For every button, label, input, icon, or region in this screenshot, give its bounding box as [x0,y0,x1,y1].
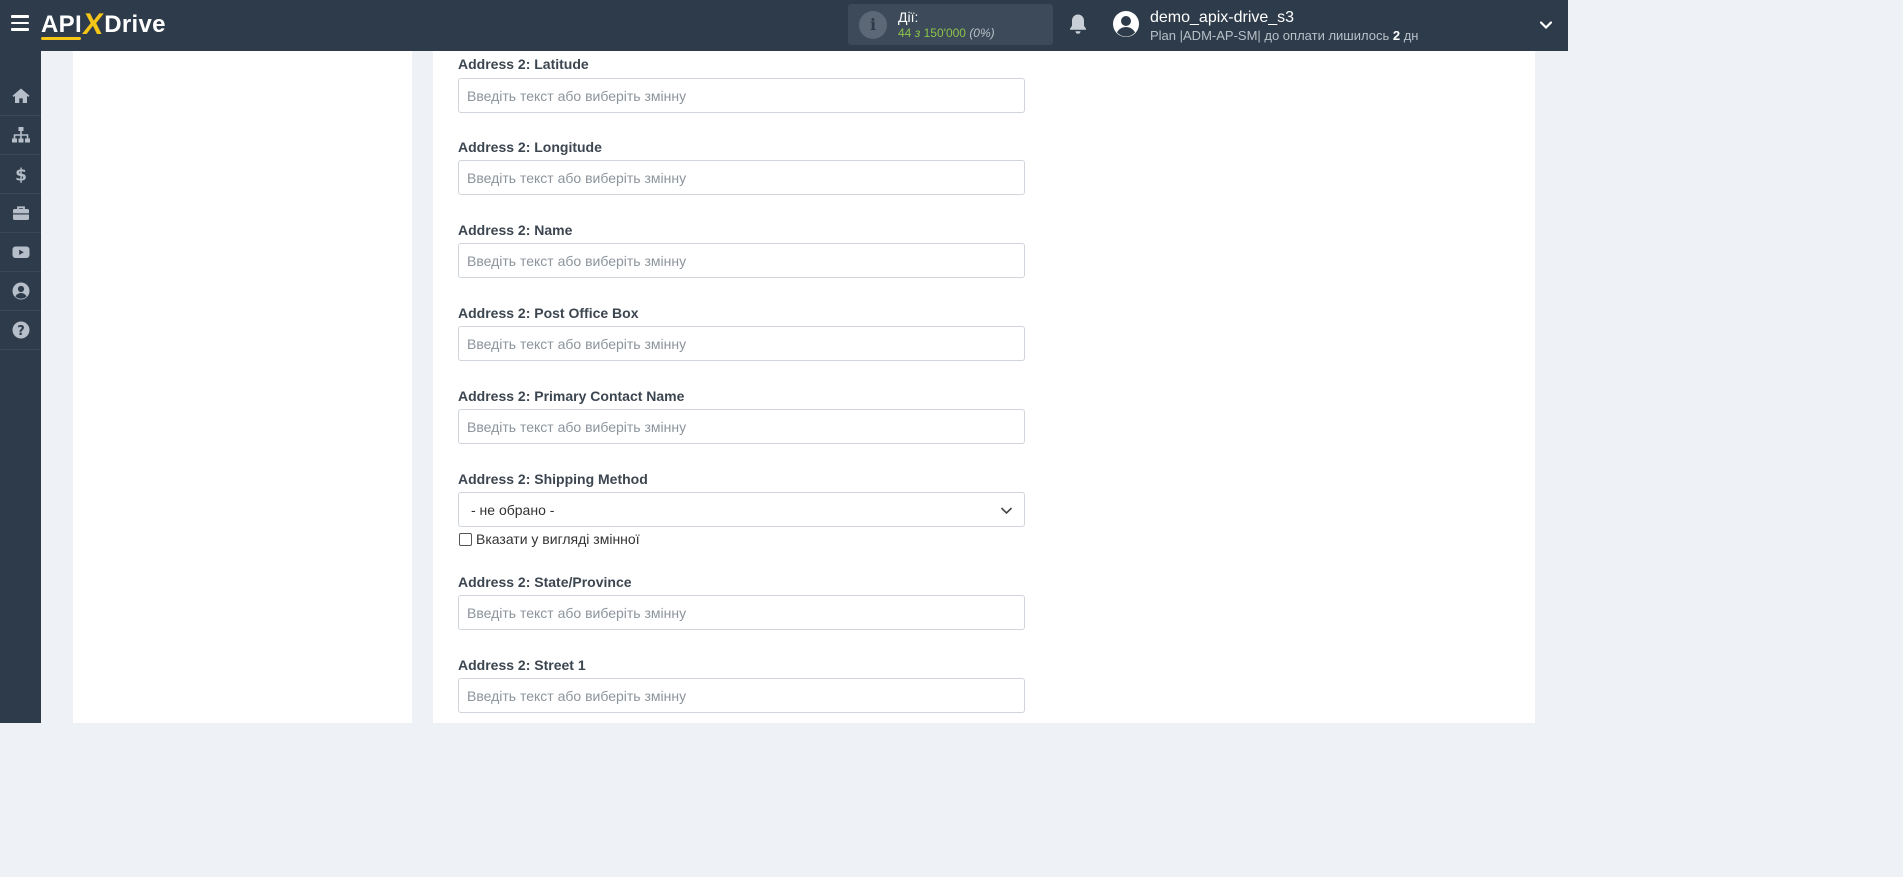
field-label-shipping-method: Address 2: Shipping Method [458,471,648,487]
field-label-longitude: Address 2: Longitude [458,139,602,155]
field-label-primary-contact-name: Address 2: Primary Contact Name [458,388,685,404]
longitude-input[interactable] [458,160,1025,195]
state-province-input[interactable] [458,595,1025,630]
as-variable-checkbox[interactable] [459,532,472,546]
dollar-icon: $ [15,166,27,185]
field-label-latitude: Address 2: Latitude [458,56,589,72]
svg-text:$: $ [15,166,27,185]
actions-title: Дії: [898,9,919,25]
plan-info: Plan |ADM-AP-SM| до оплати лишилось 2 дн [1150,28,1419,43]
sidebar: $ ? [0,51,41,723]
post-office-box-input[interactable] [458,326,1025,361]
youtube-icon [12,246,29,258]
as-variable-checkbox-row[interactable]: Вказати у вигляді змінної [459,531,640,547]
name-input[interactable] [458,243,1025,278]
chevron-down-icon[interactable] [1539,18,1553,32]
latitude-input[interactable] [458,78,1025,113]
briefcase-icon [12,206,29,220]
field-label-state-province: Address 2: State/Province [458,574,632,590]
sidebar-item-services[interactable] [0,194,41,233]
shipping-method-selected-value: - не обрано - [471,502,555,518]
bell-icon[interactable] [1068,13,1088,35]
chevron-down-icon [1000,507,1013,515]
sidebar-item-billing[interactable]: $ [0,155,41,194]
user-circle-icon [12,282,29,300]
left-panel [73,51,412,723]
apix-drive-logo[interactable]: API X Drive [41,8,166,41]
as-variable-checkbox-label[interactable]: Вказати у вигляді змінної [476,531,640,547]
username[interactable]: demo_apix-drive_s3 [1150,9,1294,27]
field-label-post-office-box: Address 2: Post Office Box [458,305,639,321]
info-icon: i [859,11,887,39]
primary-contact-name-input[interactable] [458,409,1025,444]
hamburger-menu-icon[interactable] [11,15,29,31]
sidebar-item-help[interactable]: ? [0,311,41,350]
home-icon [12,88,29,103]
street-1-input[interactable] [458,678,1025,713]
sitemap-icon [11,127,30,143]
top-bar: API X Drive i Дії: 44 з 150'000 (0%) demo_… [0,0,1568,51]
field-label-street-1: Address 2: Street 1 [458,657,586,673]
sidebar-item-connections[interactable] [0,116,41,155]
actions-count: 44 з 150'000 (0%) [898,26,995,40]
field-label-name: Address 2: Name [458,222,573,238]
sidebar-item-home[interactable] [0,77,41,116]
sidebar-item-video[interactable] [0,233,41,272]
question-circle-icon: ? [12,321,29,339]
actions-counter[interactable]: i Дії: 44 з 150'000 (0%) [848,4,1053,45]
sidebar-item-profile[interactable] [0,272,41,311]
shipping-method-select[interactable]: - не обрано - [458,492,1025,527]
svg-text:?: ? [17,324,25,339]
user-avatar-icon[interactable] [1112,10,1140,38]
